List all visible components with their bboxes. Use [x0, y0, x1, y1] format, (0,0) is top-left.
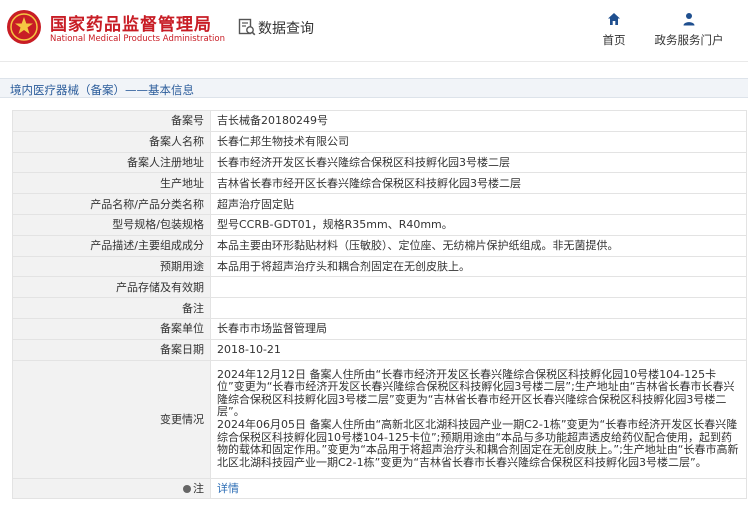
user-icon: [683, 13, 695, 26]
field-label: 变更情况: [12, 359, 211, 479]
table-row: 生产地址 吉林省长春市经开区长春兴隆综合保税区科技孵化园3号楼二层: [12, 172, 747, 195]
table-row: 备案人名称 长春仁邦生物技术有限公司: [12, 130, 747, 153]
table-row: 备案单位 长春市市场监督管理局: [12, 317, 747, 340]
note-label-cell: 注: [12, 477, 211, 500]
breadcrumb-bar: 境内医疗器械（备案）——基本信息: [0, 78, 748, 98]
field-value: 长春市经济开发区长春兴隆综合保税区科技孵化园3号楼二层: [210, 151, 747, 174]
field-label: 生产地址: [12, 172, 211, 195]
nav-home-label: 首页: [602, 33, 626, 47]
field-value: 长春仁邦生物技术有限公司: [210, 130, 747, 153]
field-value: 吉长械备20180249号: [210, 110, 747, 132]
field-label: 备注: [12, 297, 211, 319]
field-value: 超声治疗固定贴: [210, 193, 747, 215]
nav-home-link[interactable]: 首页: [598, 12, 630, 48]
field-label: 产品描述/主要组成成分: [12, 234, 211, 257]
field-label: 备案号: [12, 110, 211, 132]
note-label: 注: [193, 481, 204, 495]
breadcrumb: 境内医疗器械（备案）——基本信息: [10, 83, 194, 97]
field-value: 本品主要由环形黏贴材料（压敏胶）、定位座、无纺棉片保护纸组成。非无菌提供。: [210, 234, 747, 257]
table-row-change-history: 变更情况 2024年12月12日 备案人住所由“长春市经济开发区长春兴隆综合保税…: [12, 359, 747, 479]
field-value: 本品用于将超声治疗头和耦合剂固定在无创皮肤上。: [210, 255, 747, 278]
home-icon: [608, 13, 620, 25]
record-detail-table: 备案号 吉长械备20180249号 备案人名称 长春仁邦生物技术有限公司 备案人…: [12, 110, 747, 500]
field-label: 产品存储及有效期: [12, 276, 211, 299]
change-history-text: 2024年12月12日 备案人住所由“长春市经济开发区长春兴隆综合保税区科技孵化…: [210, 359, 747, 479]
field-label: 备案日期: [12, 338, 211, 361]
table-row: 备注: [12, 297, 747, 319]
site-header: 国家药品监督管理局 National Medical Products Admi…: [0, 0, 748, 62]
field-value: 型号CCRB-GDT01，规格R35mm、R40mm。: [210, 213, 747, 236]
national-emblem-logo: [7, 10, 41, 44]
data-query-title: 数据查询: [258, 21, 314, 37]
field-value: [210, 297, 747, 319]
nav-portal-link[interactable]: 政务服务门户: [652, 12, 726, 48]
field-value: 2018-10-21: [210, 338, 747, 361]
table-row: 产品名称/产品分类名称 超声治疗固定贴: [12, 193, 747, 215]
field-label: 备案人名称: [12, 130, 211, 153]
nav-portal-label: 政务服务门户: [654, 33, 724, 47]
field-label: 型号规格/包装规格: [12, 213, 211, 236]
field-label: 备案单位: [12, 317, 211, 340]
field-label: 备案人注册地址: [12, 151, 211, 174]
note-icon: [183, 484, 191, 493]
data-query-icon: [238, 18, 256, 36]
field-value: 长春市市场监督管理局: [210, 317, 747, 340]
note-value-cell: 详情: [210, 477, 747, 500]
brand-name-en: National Medical Products Administration: [50, 34, 225, 44]
table-row: 备案号 吉长械备20180249号: [12, 110, 747, 132]
table-row: 预期用途 本品用于将超声治疗头和耦合剂固定在无创皮肤上。: [12, 255, 747, 278]
table-row: 型号规格/包装规格 型号CCRB-GDT01，规格R35mm、R40mm。: [12, 213, 747, 236]
field-value: 吉林省长春市经开区长春兴隆综合保税区科技孵化园3号楼二层: [210, 172, 747, 195]
table-row: 备案人注册地址 长春市经济开发区长春兴隆综合保税区科技孵化园3号楼二层: [12, 151, 747, 174]
field-value: [210, 276, 747, 299]
field-label: 产品名称/产品分类名称: [12, 193, 211, 215]
table-row-note: 注 详情: [12, 477, 747, 500]
table-row: 产品存储及有效期: [12, 276, 747, 299]
table-row: 备案日期 2018-10-21: [12, 338, 747, 361]
field-label: 预期用途: [12, 255, 211, 278]
details-link[interactable]: 详情: [217, 482, 239, 495]
brand-name-cn: 国家药品监督管理局: [50, 15, 212, 35]
table-row: 产品描述/主要组成成分 本品主要由环形黏贴材料（压敏胶）、定位座、无纺棉片保护纸…: [12, 234, 747, 257]
